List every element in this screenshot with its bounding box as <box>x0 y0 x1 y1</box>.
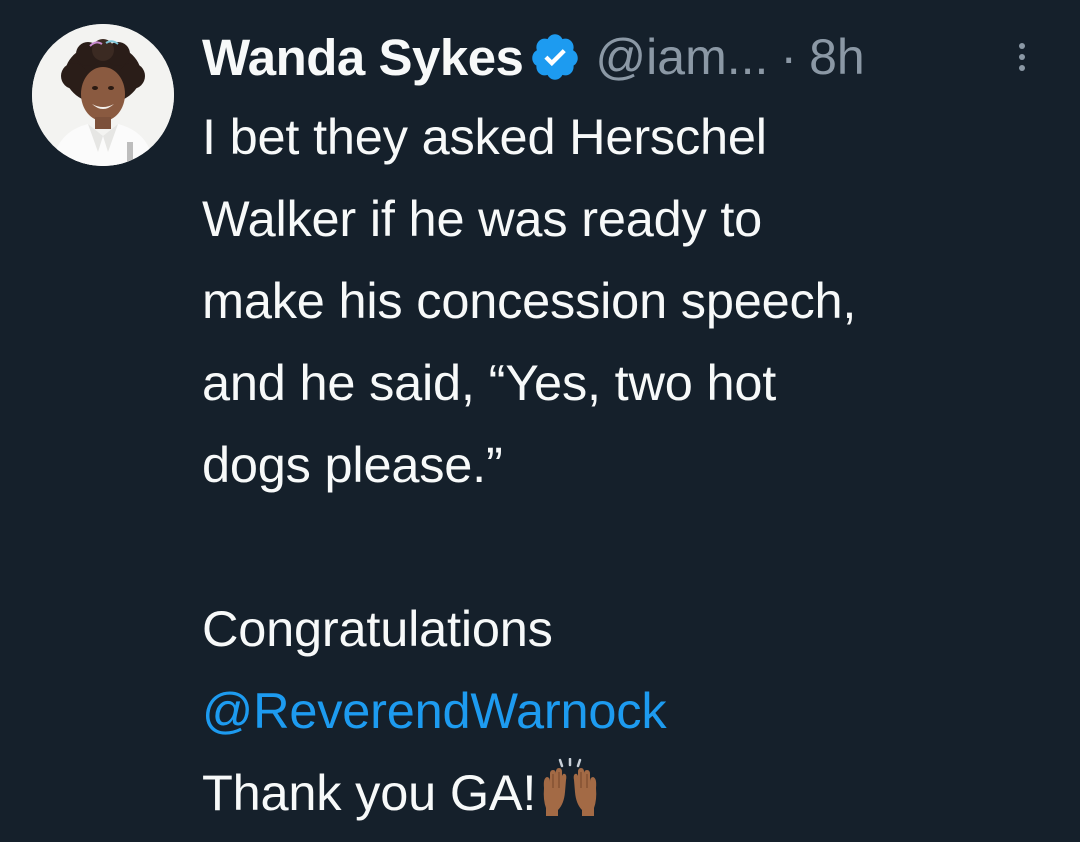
handle[interactable]: @iam... <box>595 28 768 86</box>
tweet-text-line: and he said, “Yes, two hot <box>202 354 777 411</box>
raising-hands-emoji-icon <box>538 757 602 842</box>
tweet-card[interactable]: Wanda Sykes @iam... · 8h I bet they aske… <box>0 0 1080 835</box>
mention-link[interactable]: @ReverendWarnock <box>202 670 1062 752</box>
dot-separator: · <box>780 29 798 85</box>
thanks-text: Thank you GA! <box>202 764 537 821</box>
avatar[interactable] <box>32 24 174 166</box>
more-options-icon[interactable] <box>1016 40 1028 74</box>
tweet-text-line: make his concession speech, <box>202 272 857 329</box>
tweet-text-line: I bet they asked Herschel <box>202 108 767 165</box>
tweet-text-line: Walker if he was ready to <box>202 190 763 247</box>
tweet-text-line: Congratulations <box>202 600 553 657</box>
tweet-text-last-line: Thank you GA! <box>202 752 1062 834</box>
display-name[interactable]: Wanda Sykes <box>202 28 524 87</box>
timestamp[interactable]: 8h <box>809 28 865 86</box>
avatar-photo-icon <box>32 24 174 166</box>
tweet-text: I bet they asked Herschel Walker if he w… <box>202 96 1062 834</box>
tweet-header: Wanda Sykes @iam... · 8h <box>202 26 865 88</box>
tweet-text-line: dogs please.” <box>202 436 503 493</box>
verified-badge-icon <box>529 31 581 83</box>
